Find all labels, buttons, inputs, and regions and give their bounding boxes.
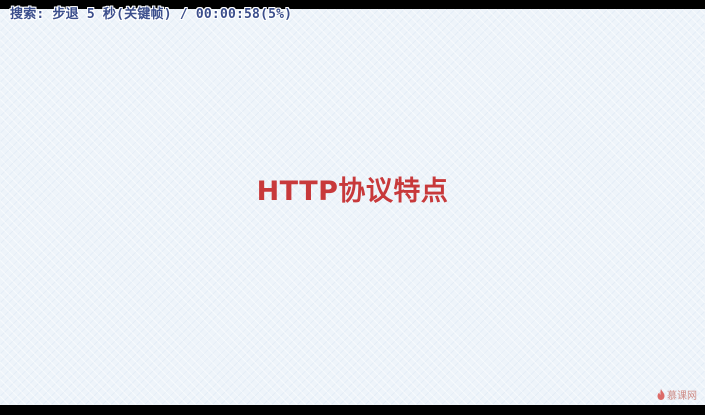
slide-title: HTTP协议特点	[256, 176, 449, 207]
flame-logo-icon	[657, 389, 665, 400]
video-frame[interactable]: HTTP协议特点 慕课网	[0, 9, 705, 405]
seek-status-overlay: 搜索: 步退 5 秒(关键帧) / 00:00:58(5%)	[10, 7, 293, 22]
watermark-text: 慕课网	[667, 391, 697, 402]
watermark: 慕课网	[657, 387, 697, 402]
video-player[interactable]: HTTP协议特点 慕课网 搜索: 步退 5 秒(关键帧) / 00:00:58(…	[0, 0, 705, 415]
